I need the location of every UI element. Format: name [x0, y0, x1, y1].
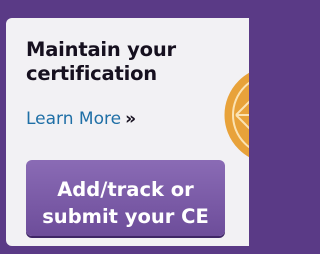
- page-background: Maintain your certification Learn More» …: [0, 0, 249, 254]
- learn-more-label: Learn More: [26, 109, 122, 129]
- card-heading-line1: Maintain your: [26, 38, 176, 61]
- certification-card: Maintain your certification Learn More» …: [6, 18, 249, 246]
- cta-line1: Add/track or: [57, 178, 194, 201]
- certification-badge-icon: [221, 69, 249, 161]
- learn-more-link[interactable]: Learn More»: [26, 108, 136, 130]
- add-track-submit-ce-button[interactable]: Add/track or submit your CE: [26, 160, 225, 236]
- card-heading: Maintain your certification: [26, 38, 176, 86]
- learn-more-arrow-icon: »: [125, 109, 137, 129]
- card-heading-line2: certification: [26, 62, 157, 85]
- cta-line2: submit your CE: [42, 205, 209, 228]
